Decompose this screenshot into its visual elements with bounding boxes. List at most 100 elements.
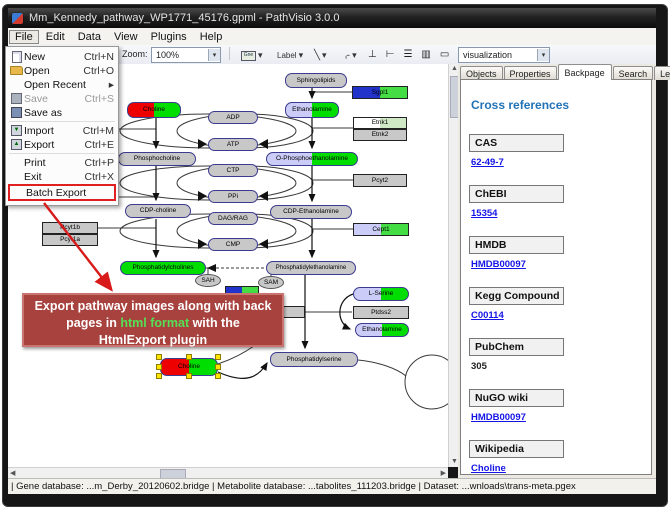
- node-cept1[interactable]: Cept1: [353, 223, 409, 236]
- file-menu-item-save[interactable]: SaveCtrl+S: [6, 92, 118, 105]
- node-cdp-choline[interactable]: CDP-choline: [125, 204, 191, 218]
- chevron-down-icon[interactable]: ▾: [208, 49, 220, 61]
- zoom-combobox[interactable]: 100% ▾: [151, 47, 221, 63]
- align-center-icon[interactable]: ⊥: [368, 48, 377, 61]
- backpage-panel[interactable]: Cross references CAS62-49-7ChEBI15354HMD…: [460, 79, 652, 475]
- menu-plugins[interactable]: Plugins: [145, 30, 193, 44]
- file-menu-item-label: Import: [24, 125, 83, 137]
- selection-handle[interactable]: [156, 364, 162, 370]
- ic-open-icon: [9, 66, 24, 75]
- selection-handle[interactable]: [156, 354, 162, 360]
- menu-view[interactable]: View: [108, 30, 144, 44]
- file-menu-item-save-as[interactable]: Save as: [6, 106, 118, 119]
- file-menu-item-open-recent[interactable]: Open Recent▸: [6, 78, 118, 91]
- file-menu-item-label: Open: [24, 65, 83, 77]
- annotation-callout: Export pathway images along with back pa…: [22, 293, 284, 347]
- node-atp[interactable]: ATP: [208, 138, 258, 151]
- xref-value: 305: [471, 361, 487, 372]
- title-bar[interactable]: Mm_Kennedy_pathway_WP1771_45176.gpml - P…: [8, 8, 656, 28]
- file-menu-item-batch-export[interactable]: Batch Export: [8, 184, 116, 201]
- node-etnk2[interactable]: Etnk2: [353, 129, 407, 141]
- line-icon: ╲: [314, 49, 320, 62]
- shortcut-label: Ctrl+M: [83, 125, 114, 137]
- new-label-button[interactable]: Label ▾: [274, 47, 306, 64]
- tab-properties[interactable]: Properties: [504, 66, 557, 80]
- stack-vertical-icon[interactable]: ▥: [421, 48, 430, 61]
- chevron-down-icon: ▾: [322, 50, 327, 61]
- node-pcyt1a[interactable]: Pcyt1a: [42, 234, 98, 246]
- xref-link[interactable]: 15354: [471, 208, 497, 219]
- node-phosphatidylserine[interactable]: Phosphatidylserine: [270, 352, 358, 367]
- node-sphingolipids[interactable]: Sphingolipids: [285, 73, 347, 88]
- node-phosphatidylethanolamine[interactable]: Phosphatidylethanolamine: [266, 261, 356, 275]
- alignment-buttons: ⊥⊢☰▥▭◫: [368, 47, 468, 61]
- xref-entry: PubChem305: [469, 338, 643, 382]
- node-adp[interactable]: ADP: [208, 111, 258, 124]
- menu-data[interactable]: Data: [72, 30, 107, 44]
- tab-search[interactable]: Search: [613, 66, 654, 80]
- node-phosphocholine[interactable]: Phosphocholine: [118, 152, 196, 166]
- new-line-button[interactable]: ╲ ▾: [311, 47, 330, 64]
- node-pcyt2[interactable]: Pcyt2: [353, 174, 407, 187]
- node-ctp[interactable]: CTP: [208, 164, 258, 177]
- xref-link[interactable]: HMDB00097: [471, 259, 526, 270]
- file-menu-item-print[interactable]: PrintCtrl+P: [6, 156, 118, 169]
- xref-database-name: Wikipedia: [469, 440, 564, 458]
- node-gene-box[interactable]: [283, 306, 305, 318]
- status-bar: | Gene database: ...m_Derby_20120602.bri…: [8, 478, 656, 494]
- node-ptdss2[interactable]: Ptdss2: [353, 306, 409, 319]
- node-phosphatidylcholines[interactable]: Phosphatidylcholines: [120, 261, 206, 275]
- file-menu-item-export[interactable]: ▲ExportCtrl+E: [6, 138, 118, 151]
- common-width-icon[interactable]: ▭: [440, 48, 449, 61]
- file-menu-dropdown: NewCtrl+NOpenCtrl+OOpen Recent▸SaveCtrl+…: [5, 46, 119, 206]
- node-dag[interactable]: DAG/RAG: [208, 212, 258, 225]
- node-cdp-ethanolamine[interactable]: CDP-Ethanolamine: [270, 205, 352, 219]
- zoom-label: Zoom:: [122, 47, 148, 61]
- node-l-serine[interactable]: L-Serine: [353, 287, 409, 301]
- node-ethanolamine[interactable]: Ethanolamine: [285, 102, 339, 118]
- selection-handle[interactable]: [215, 354, 221, 360]
- node-etnk1[interactable]: Etnk1: [353, 117, 407, 129]
- file-menu-item-label: Batch Export: [26, 187, 110, 199]
- file-menu-item-open[interactable]: OpenCtrl+O: [6, 64, 118, 77]
- shortcut-label: Ctrl+P: [85, 157, 114, 169]
- tab-backpage[interactable]: Backpage: [558, 64, 612, 80]
- xref-link[interactable]: HMDB00097: [471, 412, 526, 423]
- node-sah[interactable]: SAH: [195, 274, 221, 287]
- scroll-up-icon[interactable]: ▲: [451, 64, 458, 74]
- xref-entry: ChEBI15354: [469, 185, 643, 229]
- selection-handle[interactable]: [156, 373, 162, 379]
- new-datanode-button[interactable]: Gne ▾: [238, 47, 266, 64]
- node-choline[interactable]: Choline: [127, 102, 181, 118]
- align-middle-icon[interactable]: ⊢: [386, 48, 395, 61]
- node-ethanolamine-2[interactable]: Ethanolamine: [355, 323, 409, 337]
- node-o-phosphoethanolamine[interactable]: O-Phosphoethanolamine: [266, 152, 358, 166]
- menu-file[interactable]: File: [9, 30, 39, 44]
- menu-edit[interactable]: Edit: [40, 30, 71, 44]
- xref-link[interactable]: 62-49-7: [471, 157, 504, 168]
- node-pcyt1b[interactable]: Pcyt1b: [42, 222, 98, 234]
- node-ppi[interactable]: PPi: [208, 190, 258, 203]
- shortcut-label: Ctrl+N: [84, 51, 114, 63]
- visualization-combobox[interactable]: visualization ▾: [458, 47, 550, 63]
- file-menu-item-label: Open Recent: [24, 79, 109, 91]
- tab-objects[interactable]: Objects: [460, 66, 503, 80]
- selection-handle[interactable]: [186, 354, 192, 360]
- chevron-down-icon[interactable]: ▾: [537, 49, 549, 61]
- stack-horizontal-icon[interactable]: ☰: [403, 48, 412, 61]
- tab-legend[interactable]: Legend: [654, 66, 670, 80]
- node-sam[interactable]: SAM: [258, 276, 284, 289]
- scroll-down-icon[interactable]: ▼: [451, 457, 458, 467]
- node-sgpl1[interactable]: Sgpl1: [352, 86, 408, 99]
- node-cmp[interactable]: CMP: [208, 238, 258, 251]
- menu-help[interactable]: Help: [194, 30, 229, 44]
- selection-handle[interactable]: [215, 364, 221, 370]
- file-menu-item-exit[interactable]: ExitCtrl+X: [6, 170, 118, 183]
- xref-link[interactable]: Choline: [471, 463, 506, 474]
- xref-link[interactable]: C00114: [471, 310, 504, 321]
- file-menu-item-new[interactable]: NewCtrl+N: [6, 50, 118, 63]
- selection-handle[interactable]: [186, 373, 192, 379]
- selection-handle[interactable]: [215, 373, 221, 379]
- file-menu-item-import[interactable]: ▼ImportCtrl+M: [6, 124, 118, 137]
- new-connector-button[interactable]: ⌌ ▾: [339, 47, 360, 64]
